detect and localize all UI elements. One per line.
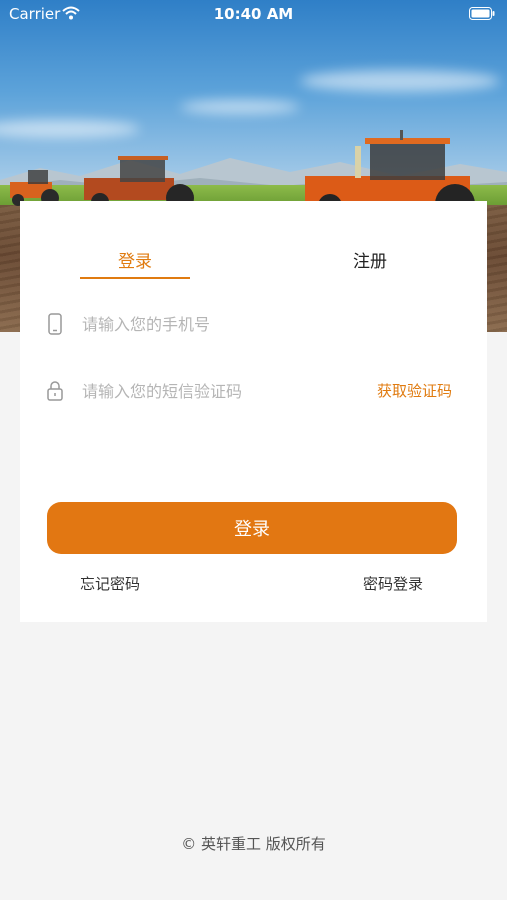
sms-code-input[interactable]	[82, 376, 362, 406]
phone-field-row	[46, 309, 466, 339]
tab-register[interactable]: 注册	[325, 247, 415, 272]
cloud	[180, 100, 300, 114]
tab-login[interactable]: 登录	[80, 247, 190, 272]
login-card: 登录 注册 获取验证码 登录 忘记密码 密码登录	[20, 201, 487, 622]
auth-tabs: 登录 注册	[20, 201, 487, 291]
forgot-password-link[interactable]: 忘记密码	[80, 573, 140, 594]
password-login-link[interactable]: 密码登录	[363, 573, 423, 594]
get-code-button[interactable]: 获取验证码	[377, 380, 452, 401]
status-time: 10:40 AM	[213, 5, 294, 23]
phone-input[interactable]	[82, 309, 462, 339]
status-bar: Carrier 10:40 AM	[0, 0, 507, 28]
login-button[interactable]: 登录	[47, 502, 457, 554]
cloud	[300, 70, 500, 92]
active-tab-indicator	[80, 277, 190, 279]
lock-icon	[47, 381, 63, 401]
copyright-text: © 英轩重工 版权所有	[181, 835, 326, 853]
code-field-row: 获取验证码	[46, 376, 466, 406]
battery-icon	[469, 7, 495, 20]
tractors-illustration	[10, 130, 475, 210]
phone-icon	[48, 313, 62, 335]
